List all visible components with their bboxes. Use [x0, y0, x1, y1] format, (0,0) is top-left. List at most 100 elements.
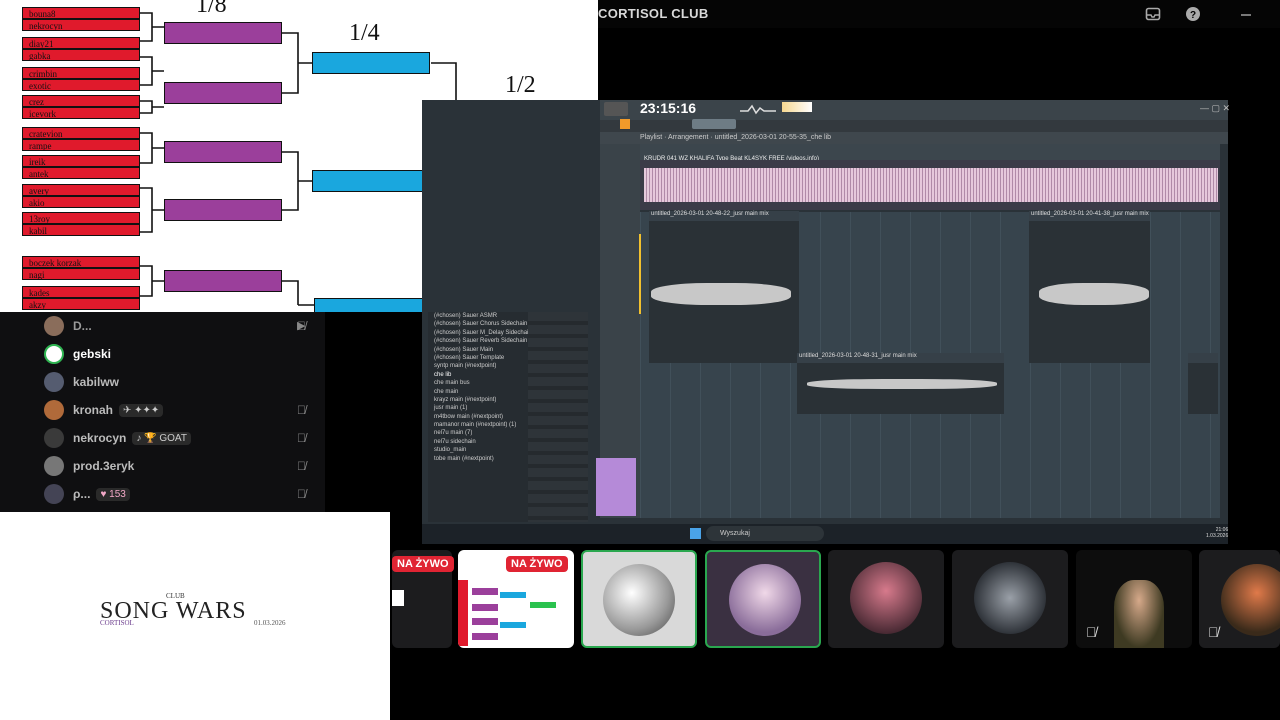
team-slot: akzy: [22, 298, 140, 310]
pattern-selector[interactable]: [692, 119, 736, 129]
mic-muted-icon: 🎙̸: [297, 459, 306, 473]
browser-item[interactable]: syntp main (#nextpoint): [428, 362, 528, 370]
clip-label: untitled_2026-03-01 20-48-31_jusr main m…: [799, 353, 917, 359]
member-row[interactable]: prod.3eryk: [44, 454, 134, 478]
member-row[interactable]: nekrocyn ♪ 🏆 GOAT: [44, 426, 191, 450]
mic-muted-icon: 🎙̸: [1208, 624, 1219, 640]
team-slot: antek: [22, 167, 140, 179]
playhead: [639, 234, 641, 314]
taskbar-search-input[interactable]: Wyszukaj: [706, 526, 824, 541]
team-slot: 13roy: [22, 212, 140, 224]
browser-item[interactable]: mamanor main (#nextpoint) (1): [428, 421, 528, 429]
audio-waveform: [1039, 283, 1149, 305]
waveform-monitor: [740, 102, 776, 115]
snap-icon[interactable]: [620, 119, 630, 129]
avatar: [44, 400, 64, 420]
browser-item[interactable]: che lib: [428, 371, 528, 379]
member-row[interactable]: ρ... ♥ 153: [44, 482, 130, 506]
participant-avatar: [1221, 564, 1280, 636]
mic-muted-icon: 🎙̸: [1086, 624, 1097, 640]
browser-item[interactable]: (#chosen) Sauer Template: [428, 354, 528, 362]
stream-tile[interactable]: [952, 550, 1068, 648]
browser-item[interactable]: nel7u main (7): [428, 429, 528, 437]
stream-tile[interactable]: [705, 550, 821, 648]
member-row[interactable]: D...: [44, 314, 92, 338]
webcam-preview: [1114, 580, 1164, 648]
stream-tile[interactable]: [828, 550, 944, 648]
team-slot: crez: [22, 95, 140, 107]
window-controls-icon[interactable]: — ▢ ✕: [1200, 103, 1230, 114]
browser-item[interactable]: krayz main (#nextpoint): [428, 396, 528, 404]
browser-item[interactable]: che main bus: [428, 379, 528, 387]
participant-avatar: [603, 564, 675, 636]
team-slot: exotic: [22, 79, 140, 91]
windows-start-icon[interactable]: [690, 528, 701, 539]
member-row[interactable]: kabilww: [44, 370, 119, 394]
avatar: [44, 456, 64, 476]
file-list: [528, 312, 588, 522]
member-name: gebski: [73, 347, 112, 361]
round-label-quarter: 1/4: [349, 20, 380, 46]
participant-avatar: [729, 564, 801, 636]
member-name: ρ...: [73, 487, 91, 501]
browser-item[interactable]: jusr main (1): [428, 404, 528, 412]
member-row[interactable]: kronah ✈ ✦✦✦: [44, 398, 164, 422]
audio-clip[interactable]: untitled_2026-03-01 20-48-22_jusr main m…: [649, 211, 799, 363]
member-name: nekrocyn: [73, 431, 127, 445]
song-wars-card: CLUB SONG WARS CORTISOL 01.03.2026: [0, 512, 390, 720]
browser-item[interactable]: (#chosen) Sauer M_Delay Sidechain: [428, 329, 528, 337]
member-name: prod.3eryk: [73, 459, 135, 473]
browser-item[interactable]: studio_main: [428, 446, 528, 454]
audio-clip[interactable]: untitled_2026-03-01 20-41-38_jusr main m…: [1029, 211, 1150, 363]
audio-clip[interactable]: untitled_2026-03-01 20-48-31_jusr main m…: [797, 353, 1004, 414]
file-rows: [528, 312, 588, 522]
inbox-icon[interactable]: [1145, 6, 1161, 22]
browser-item[interactable]: (#chosen) Sauer ASMR: [428, 312, 528, 320]
avatar: [44, 428, 64, 448]
server-title: CORTISOL CLUB: [598, 6, 709, 21]
browser-item[interactable]: (#chosen) Sauer Chorus Sidechain: [428, 320, 528, 328]
quarter-final-slot: [314, 298, 432, 312]
round-of-8-slot: [164, 199, 282, 221]
windows-taskbar: [422, 524, 1228, 544]
help-icon[interactable]: ?: [1185, 6, 1201, 22]
avatar: [44, 484, 64, 504]
audio-waveform: [644, 168, 1218, 202]
participant-avatar: [974, 562, 1046, 634]
audio-clip[interactable]: [1188, 353, 1218, 414]
team-slot: diay21: [22, 37, 140, 49]
team-slot: kades: [22, 286, 140, 298]
playlist-header: Playlist · Arrangement · untitled_2026-0…: [600, 132, 1228, 144]
team-slot: ireik: [22, 155, 140, 167]
team-slot: bouna8: [22, 7, 140, 19]
mic-muted-icon: 🎙̸: [297, 431, 306, 445]
browser-panel: (#chosen) Sauer ASMR (#chosen) Sauer Cho…: [428, 312, 528, 522]
song-position: 23:15:16: [640, 100, 697, 116]
stream-tile[interactable]: [581, 550, 697, 648]
round-of-8-slot: [164, 270, 282, 292]
round-label-eighth: 1/8: [196, 0, 227, 18]
browser-item[interactable]: (#chosen) Sauer Main: [428, 346, 528, 354]
volume-meter: [782, 102, 812, 112]
bracket-preview: [458, 580, 556, 646]
browser-item[interactable]: che main: [428, 388, 528, 396]
minimize-icon[interactable]: [1238, 6, 1254, 22]
round-of-8-slot: [164, 141, 282, 163]
browser-item[interactable]: nel7u sidechain: [428, 438, 528, 446]
member-name: D...: [73, 319, 92, 333]
voice-member-list: D... 🎙̸ ▶ gebski kabilww kronah ✈ ✦✦✦ 🎙̸…: [0, 312, 325, 512]
member-row[interactable]: gebski: [44, 342, 111, 366]
browser-item[interactable]: tobe main (#nextpoint): [428, 455, 528, 463]
live-badge: NA ŻYWO: [506, 556, 568, 572]
browser-item[interactable]: (#chosen) Sauer Reverb Sidechain: [428, 337, 528, 345]
stream-preview: [392, 590, 404, 606]
browser-item[interactable]: m4tbow main (#nextpoint): [428, 413, 528, 421]
tempo-display[interactable]: [604, 102, 628, 116]
round-of-8-slot: [164, 22, 282, 44]
playlist-title: Playlist · Arrangement · untitled_2026-0…: [640, 134, 832, 141]
round-of-8-slot: [164, 82, 282, 104]
participant-avatar: [850, 562, 922, 634]
team-slot: nagi: [22, 268, 140, 280]
audio-waveform: [651, 283, 791, 305]
pattern-clip[interactable]: [596, 458, 636, 516]
